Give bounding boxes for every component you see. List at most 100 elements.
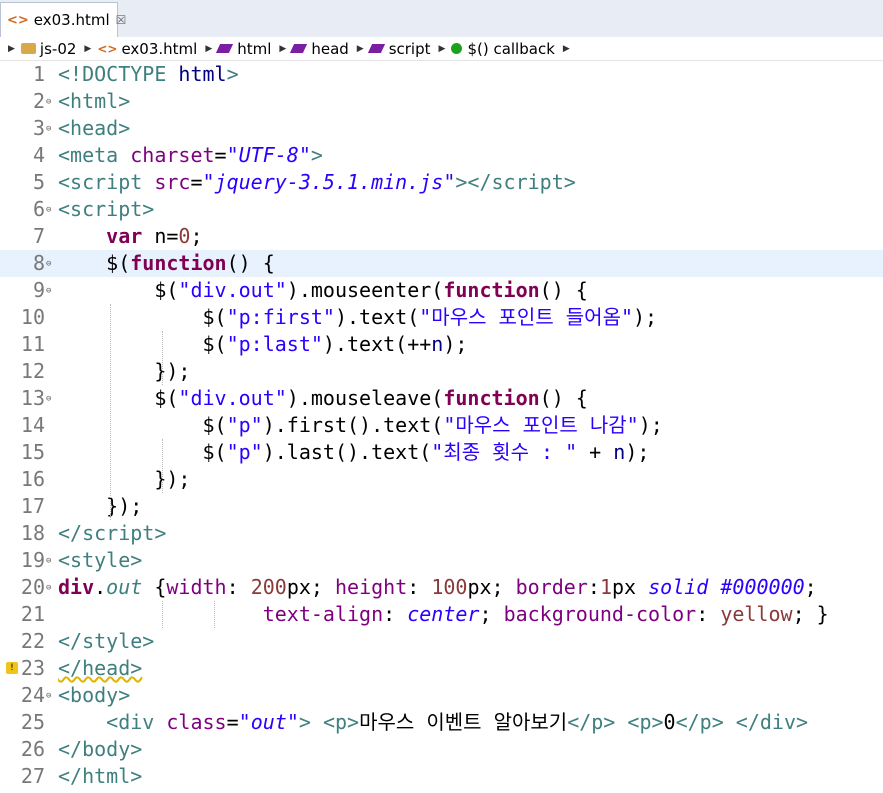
code-line[interactable]: 11 $("p:last").text(++n); [0,331,883,358]
chevron-right-icon[interactable]: ▶ [8,44,15,54]
code-text[interactable]: <!DOCTYPE html> [58,61,239,88]
breadcrumb-item[interactable]: ▶ js-02 [8,40,76,58]
fold-toggle-icon[interactable]: ⊖ [46,395,51,404]
fold-toggle-icon[interactable]: ⊖ [46,260,51,269]
fold-toggle-icon[interactable]: ⊖ [46,692,51,701]
code-line[interactable]: 22 </style> [0,628,883,655]
code-text[interactable]: <head> [58,115,130,142]
code-line[interactable]: 21 text-align: center; background-color:… [0,601,883,628]
code-text[interactable]: text-align: center; background-color: ye… [58,601,829,628]
code-text[interactable]: $("p:first").text("마우스 포인트 들어옴"); [58,304,657,331]
line-number: 26 [20,737,45,761]
breadcrumb-label: $() callback [467,39,555,58]
tag-icon [216,44,234,53]
code-text[interactable]: </head> [58,655,142,682]
line-number: 9 [32,278,45,302]
code-line[interactable]: 16 }); [0,466,883,493]
tag-icon [367,44,385,53]
code-text[interactable]: </script> [58,520,166,547]
close-icon[interactable]: ☒ [116,13,127,27]
line-number: 6 [32,197,45,221]
fold-toggle-icon[interactable]: ⊖ [46,584,51,593]
code-line[interactable]: 27 </html> [0,763,883,790]
code-text[interactable]: <div class="out"> <p>마우스 이벤트 알아보기</p> <p… [58,709,808,736]
code-text[interactable]: $("p:last").text(++n); [58,331,467,358]
code-line[interactable]: 25 <div class="out"> <p>마우스 이벤트 알아보기</p>… [0,709,883,736]
code-line[interactable]: 7 var n=0; [0,223,883,250]
code-line[interactable]: 26 </body> [0,736,883,763]
breadcrumb-item[interactable]: ▶ html [205,40,271,58]
code-line[interactable]: 1 <!DOCTYPE html> [0,61,883,88]
code-line[interactable]: 2 ⊖ <html> [0,88,883,115]
code-text[interactable]: }); [58,493,142,520]
code-line[interactable]: 14 $("p").first().text("마우스 포인트 나감"); [0,412,883,439]
code-line[interactable]: 6 ⊖ <script> [0,196,883,223]
code-editor[interactable]: 27 </html> 26 </body> 25 <div class="out"> <… [0,61,883,793]
fold-toggle-icon[interactable]: ⊖ [46,206,51,215]
breadcrumb-item[interactable]: ▶ <> ex03.html [84,40,197,58]
code-line[interactable]: 24 ⊖ <body> [0,682,883,709]
line-number: 25 [20,710,45,734]
indent-guide [162,439,163,493]
code-text[interactable]: var n=0; [58,223,202,250]
editor-tab-bar: <> ex03.html ☒ [0,0,883,38]
code-text[interactable]: $(function() { [58,250,275,277]
code-text[interactable]: </body> [58,736,142,763]
code-text[interactable]: <style> [58,547,142,574]
chevron-right-icon[interactable]: ▶ [439,44,446,54]
chevron-right-icon[interactable]: ▶ [84,44,91,54]
code-text[interactable]: <meta charset="UTF-8"> [58,142,323,169]
code-text[interactable]: $("p").last().text("최종 횟수 : " + n); [58,439,649,466]
code-line[interactable]: 5 <script src="jquery-3.5.1.min.js"></scr… [0,169,883,196]
code-line[interactable]: 10 $("p:first").text("마우스 포인트 들어옴"); [0,304,883,331]
code-line[interactable]: 4 <meta charset="UTF-8"> [0,142,883,169]
code-line[interactable]: 18 </script> [0,520,883,547]
line-number: 19 [20,548,45,572]
code-line[interactable]: 15 $("p").last().text("최종 횟수 : " + n); [0,439,883,466]
chevron-right-icon[interactable]: ▶ [205,44,212,54]
function-icon [451,43,463,54]
tab-ex03-html[interactable]: <> ex03.html ☒ [0,2,126,37]
code-text[interactable]: </html> [58,763,142,790]
breadcrumb-label: head [311,39,349,58]
fold-toggle-icon[interactable]: ⊖ [46,557,51,566]
code-text[interactable]: <html> [58,88,130,115]
code-line[interactable]: 12 }); [0,358,883,385]
line-number: 27 [20,764,45,788]
code-line[interactable]: 3 ⊖ <head> [0,115,883,142]
code-text[interactable]: $("div.out").mouseleave(function() { [58,385,588,412]
code-text[interactable]: div.out {width: 200px; height: 100px; bo… [58,574,817,601]
code-line[interactable]: 19 ⊖ <style> [0,547,883,574]
chevron-right-icon[interactable]: ▶ [279,44,286,54]
code-line[interactable]: 17 }); [0,493,883,520]
tab-title: ex03.html [33,11,110,29]
code-line[interactable]: 8 ⊖ $(function() { [0,250,883,277]
code-text[interactable]: <body> [58,682,130,709]
html-file-icon: <> [7,12,29,28]
breadcrumb-item[interactable]: ▶ $() callback [439,40,555,58]
code-text[interactable]: <script> [58,196,154,223]
fold-toggle-icon[interactable]: ⊖ [46,125,51,134]
code-line[interactable]: 20 ⊖ div.out {width: 200px; height: 100px;… [0,574,883,601]
line-number: 18 [20,521,45,545]
code-text[interactable]: <script src="jquery-3.5.1.min.js"></scri… [58,169,576,196]
code-line[interactable]: 13 ⊖ $("div.out").mouseleave(function() { [0,385,883,412]
indent-guide [162,331,163,385]
code-text[interactable]: }); [58,466,190,493]
breadcrumb-label: script [388,39,431,58]
chevron-right-icon[interactable]: ▶ [357,44,364,54]
line-number: 11 [20,332,45,356]
chevron-right-icon[interactable]: ▶ [563,44,570,54]
code-text[interactable]: </style> [58,628,154,655]
fold-toggle-icon[interactable]: ⊖ [46,98,51,107]
code-text[interactable]: $("p").first().text("마우스 포인트 나감"); [58,412,662,439]
code-line[interactable]: 9 ⊖ $("div.out").mouseenter(function() { [0,277,883,304]
code-text[interactable]: }); [58,358,190,385]
code-text[interactable]: $("div.out").mouseenter(function() { [58,277,588,304]
code-line[interactable]: ! 23 </head> [0,655,883,682]
line-number: 1 [32,62,45,86]
line-number: 13 [20,386,45,410]
fold-toggle-icon[interactable]: ⊖ [46,287,51,296]
breadcrumb-item[interactable]: ▶ head [279,40,348,58]
breadcrumb-item[interactable]: ▶ script [357,40,431,58]
